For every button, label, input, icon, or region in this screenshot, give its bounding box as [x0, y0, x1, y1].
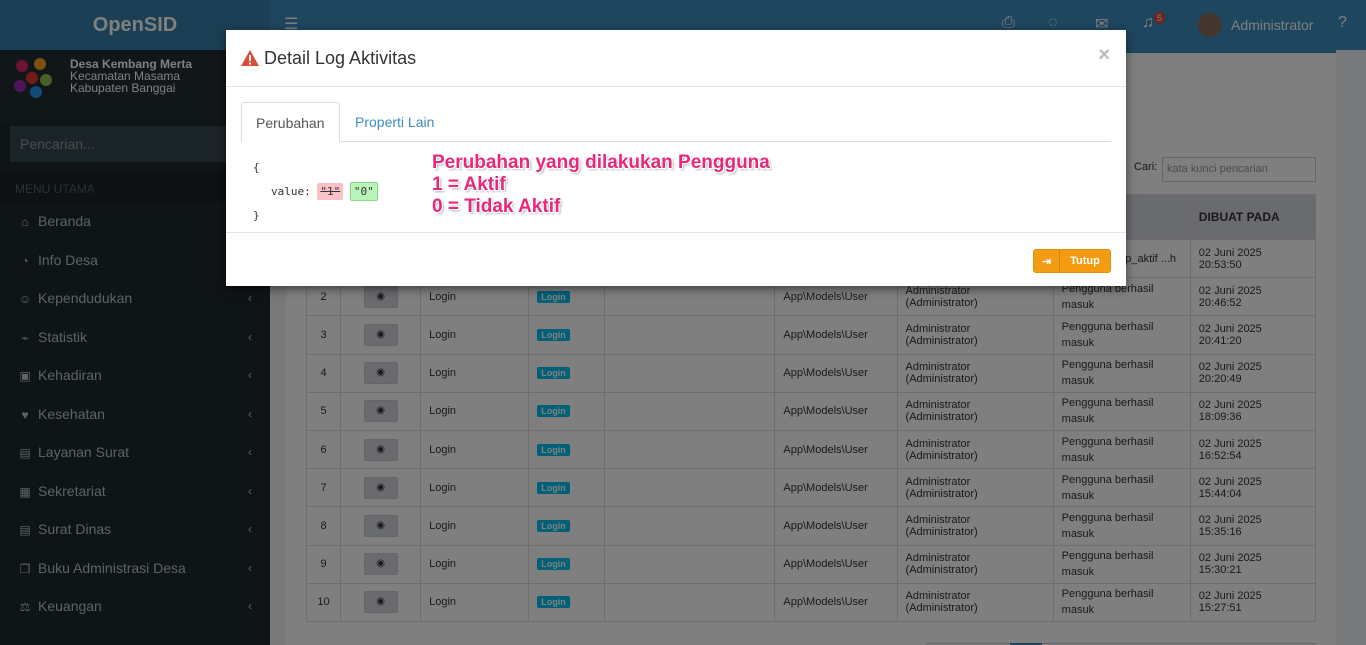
modal-title: Detail Log Aktivitas: [264, 47, 417, 68]
json-key: value:: [271, 185, 311, 198]
annotation-line: Perubahan yang dilakukan Pengguna: [432, 152, 770, 173]
close-icon[interactable]: ×: [1098, 44, 1110, 67]
tab-properti-lain[interactable]: Properti Lain: [341, 102, 448, 142]
sign-out-icon: ⇥: [1034, 250, 1060, 272]
close-button[interactable]: ⇥ Tutup: [1033, 249, 1111, 273]
json-close-brace: }: [253, 209, 260, 222]
new-value: "0": [349, 182, 378, 201]
log-detail-modal: Detail Log Aktivitas × Perubahan Propert…: [226, 30, 1126, 286]
modal-tabs: Perubahan Properti Lain: [241, 102, 1111, 142]
old-value: "1": [317, 183, 344, 200]
tab-perubahan[interactable]: Perubahan: [241, 102, 340, 142]
annotation-note: Perubahan yang dilakukan Pengguna 1 = Ak…: [432, 152, 770, 218]
annotation-line: 1 = Aktif: [432, 174, 506, 195]
close-button-label: Tutup: [1070, 255, 1100, 267]
json-diff: { value: "1" "0" }: [253, 156, 378, 228]
json-open-brace: {: [253, 161, 260, 174]
annotation-line: 0 = Tidak Aktif: [432, 196, 561, 217]
warning-icon: [241, 50, 259, 66]
